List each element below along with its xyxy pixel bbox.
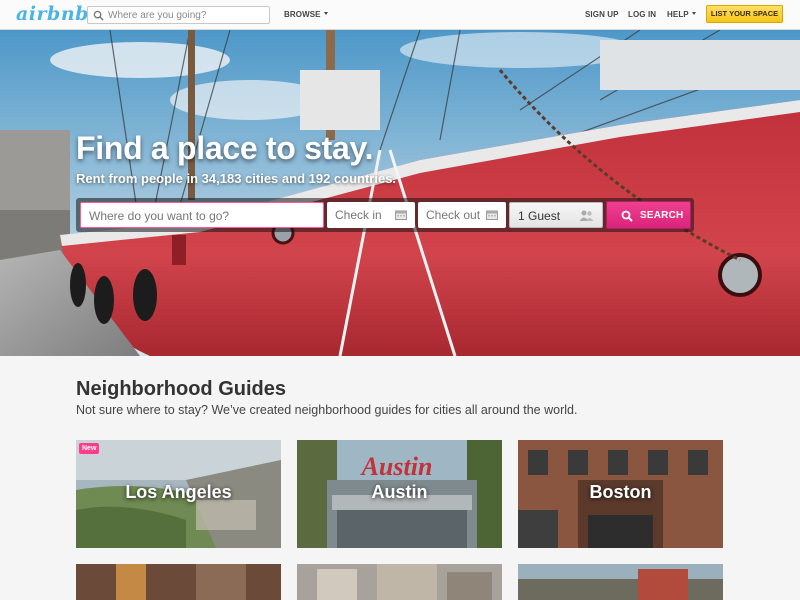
city-card-row2-1[interactable]	[76, 564, 281, 600]
guests-select[interactable]: 1 Guest	[509, 202, 603, 228]
city-name: Austin	[371, 482, 428, 502]
city-card-row2-3[interactable]	[518, 564, 723, 600]
destination-input[interactable]	[89, 208, 307, 224]
hero-search-bar: 1 Guest SEARCH	[76, 198, 694, 232]
city-name: Los Angeles	[125, 482, 232, 502]
header-search-input[interactable]	[108, 8, 266, 22]
hero-banner: Find a place to stay. Rent from people i…	[0, 30, 800, 356]
calendar-icon	[395, 210, 407, 220]
sign-up-link[interactable]: SIGN UP	[585, 10, 619, 19]
calendar-icon	[486, 210, 498, 220]
top-nav-bar: airbnb BROWSE SIGN UP LOG IN HELP LIST Y…	[0, 0, 800, 30]
search-button-label: SEARCH	[640, 210, 684, 221]
city-card-los-angeles[interactable]: New Los Angeles	[76, 440, 281, 548]
new-badge: New	[79, 443, 100, 454]
ship-hero-image	[0, 30, 800, 356]
city-name: Boston	[589, 482, 652, 502]
help-label: HELP	[667, 10, 689, 19]
airbnb-logo[interactable]: airbnb	[16, 3, 89, 25]
search-button[interactable]: SEARCH	[606, 201, 691, 229]
chevron-down-icon	[323, 12, 328, 16]
header-search-box[interactable]	[87, 6, 270, 24]
help-menu[interactable]: HELP	[667, 10, 696, 19]
svg-text:Austin: Austin	[360, 452, 433, 481]
city-photo	[518, 564, 723, 600]
search-icon	[621, 210, 633, 222]
chevron-down-icon	[691, 12, 696, 16]
list-your-space-button[interactable]: LIST YOUR SPACE	[706, 5, 783, 23]
city-card-row2-2[interactable]	[297, 564, 502, 600]
neighborhood-guides-description: Not sure where to stay? We’ve created ne…	[76, 403, 578, 417]
city-card-boston[interactable]: Boston	[518, 440, 723, 548]
log-in-link[interactable]: LOG IN	[628, 10, 656, 19]
check-out-field[interactable]	[418, 202, 506, 228]
neighborhood-guides-title: Neighborhood Guides	[76, 378, 286, 400]
search-icon	[93, 10, 104, 21]
browse-menu[interactable]: BROWSE	[284, 10, 328, 19]
browse-label: BROWSE	[284, 10, 321, 19]
guests-icon	[579, 210, 594, 221]
destination-field[interactable]	[80, 202, 324, 228]
guests-value: 1 Guest	[518, 209, 561, 223]
hero-subtitle: Rent from people in 34,183 cities and 19…	[76, 171, 397, 186]
hero-title: Find a place to stay.	[76, 130, 374, 166]
city-photo	[76, 564, 281, 600]
city-photo	[297, 564, 502, 600]
check-in-field[interactable]	[327, 202, 415, 228]
city-card-austin[interactable]: Austin Austin	[297, 440, 502, 548]
